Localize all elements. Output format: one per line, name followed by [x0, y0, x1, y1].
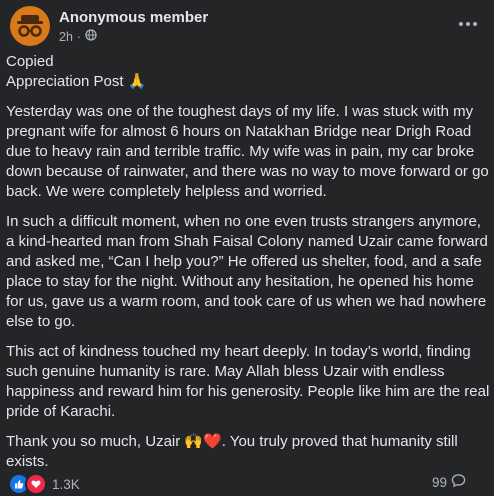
post-footer: 1.3K 99	[8, 472, 486, 495]
separator-dot: ·	[76, 29, 82, 44]
globe-icon	[85, 29, 97, 44]
post-meta: 2h ·	[59, 29, 97, 44]
post-header: Anonymous member 2h ·	[10, 6, 484, 46]
post-paragraph: Copied	[6, 53, 54, 70]
author-name[interactable]: Anonymous member	[59, 9, 208, 26]
comment-count[interactable]: 99	[432, 475, 447, 490]
post-time[interactable]: 2h	[59, 30, 73, 44]
post-body: Copied Appreciation Post 🙏 Yesterday was…	[6, 52, 490, 482]
love-icon	[25, 473, 47, 495]
reaction-count[interactable]: 1.3K	[52, 477, 80, 492]
post-paragraph: Thank you so much, Uzair 🙌❤️. You truly …	[6, 433, 458, 470]
post-paragraph: Appreciation Post 🙏	[6, 73, 147, 90]
post-paragraph: In such a difficult moment, when no one …	[6, 213, 488, 330]
comments-summary[interactable]: 99	[432, 473, 466, 491]
post-paragraph: Yesterday was one of the toughest days o…	[6, 103, 489, 200]
reactions-summary[interactable]: 1.3K	[8, 473, 80, 495]
anonymous-avatar-icon[interactable]	[10, 6, 50, 46]
comment-icon	[451, 473, 466, 491]
more-options-icon[interactable]	[456, 14, 480, 34]
post-paragraph: This act of kindness touched my heart de…	[6, 343, 490, 420]
